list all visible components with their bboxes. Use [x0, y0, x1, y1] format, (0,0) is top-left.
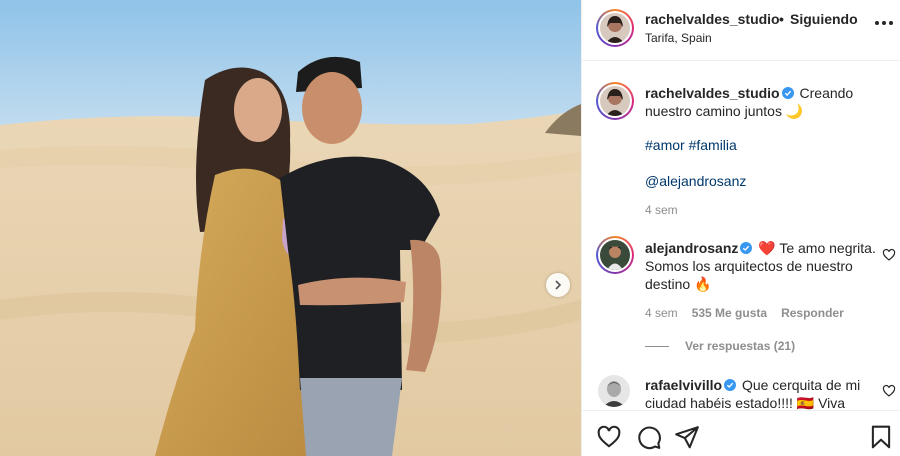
comment-avatar-ring[interactable] — [596, 236, 634, 274]
more-options-icon[interactable] — [875, 21, 893, 25]
post-photo[interactable] — [0, 0, 581, 456]
caption-avatar-ring[interactable] — [596, 82, 634, 120]
caption-time: 4 sem — [645, 203, 678, 217]
comment-meta: 4 sem 535 Me gusta Responder — [645, 306, 844, 320]
caption-hashtags[interactable]: #amor #familia — [645, 136, 880, 154]
author-username[interactable]: rachelvaldes_studio — [645, 11, 780, 27]
comment-username[interactable]: rafaelvivillo — [645, 377, 722, 393]
author-avatar-ring[interactable] — [596, 9, 634, 47]
caption-avatar — [600, 86, 630, 116]
caption-mention[interactable]: @alejandrosanz — [645, 172, 880, 190]
post-details-panel: rachelvaldes_studio • Siguiendo Tarifa, … — [581, 0, 900, 456]
separator-dot: • — [779, 11, 784, 27]
replies-divider — [645, 345, 669, 347]
verified-badge-icon — [740, 242, 753, 254]
author-avatar — [600, 13, 630, 43]
post-actions-bar — [582, 410, 900, 456]
paper-plane-icon[interactable] — [674, 424, 700, 450]
comment-like-heart-icon[interactable] — [882, 384, 896, 398]
follow-status-button[interactable]: Siguiendo — [790, 11, 858, 27]
view-replies-label: Ver respuestas (21) — [685, 339, 796, 353]
bookmark-icon[interactable] — [868, 424, 894, 450]
view-replies-button[interactable]: Ver respuestas (21) — [645, 339, 795, 353]
caption-username[interactable]: rachelvaldes_studio — [645, 85, 780, 101]
beach-couple-photo — [0, 0, 581, 456]
comment-username[interactable]: alejandrosanz — [645, 240, 738, 256]
post-header: rachelvaldes_studio • Siguiendo Tarifa, … — [582, 0, 900, 61]
carousel-next-button[interactable] — [546, 273, 570, 297]
comment-avatar[interactable] — [598, 375, 630, 407]
comment-like-heart-icon[interactable] — [882, 248, 896, 262]
comment-avatar — [600, 240, 630, 270]
comment-icon[interactable] — [636, 424, 662, 450]
comment-time: 4 sem — [645, 306, 678, 320]
comment: alejandrosanz ❤️ Te amo negrita. Somos l… — [645, 239, 880, 293]
comment-likes[interactable]: 535 Me gusta — [692, 306, 767, 320]
verified-badge-icon — [724, 379, 737, 391]
caption: rachelvaldes_studio Creando nuestro cami… — [645, 84, 880, 120]
comments-list[interactable]: rachelvaldes_studio Creando nuestro cami… — [582, 62, 900, 410]
chevron-right-icon — [555, 280, 562, 290]
heart-icon[interactable] — [596, 424, 622, 450]
comment: rafaelvivillo Que cerquita de mi ciudad … — [645, 376, 880, 410]
post-location[interactable]: Tarifa, Spain — [645, 31, 712, 45]
verified-badge-icon — [781, 87, 794, 99]
reply-button[interactable]: Responder — [781, 306, 844, 320]
